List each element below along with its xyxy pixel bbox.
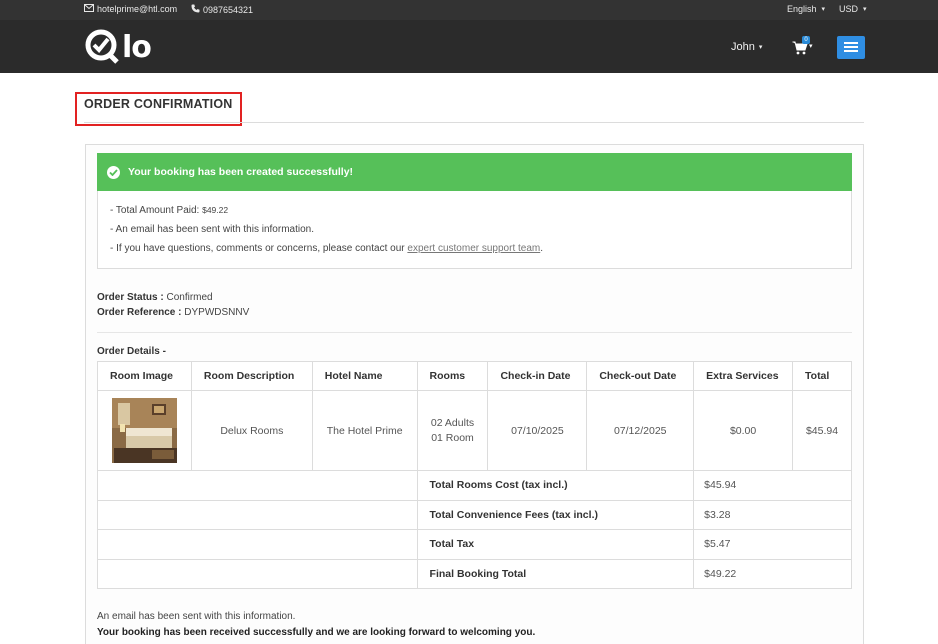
- menu-line: [844, 50, 858, 52]
- footer-email-note: An email has been sent with this informa…: [97, 611, 296, 622]
- check-circle-icon: [107, 165, 120, 179]
- support-text: - If you have questions, comments or con…: [110, 243, 405, 254]
- support-suffix: .: [540, 243, 544, 254]
- support-team-link[interactable]: expert customer support team: [407, 243, 540, 254]
- summary-value: $5.47: [693, 529, 852, 560]
- summary-spacer: [97, 499, 418, 530]
- summary-label: Total Rooms Cost (tax incl.): [416, 470, 695, 501]
- page-title: ORDER CONFIRMATION: [84, 97, 233, 111]
- summary-value: $49.22: [693, 558, 852, 589]
- rooms-count: 01 Room: [431, 431, 474, 444]
- summary-spacer: [97, 558, 418, 589]
- email-sent-line: - An email has been sent with this infor…: [110, 224, 314, 235]
- column-header: Hotel Name: [311, 361, 418, 391]
- table-row: Delux Rooms The Hotel Prime 02 Adults 01…: [97, 390, 852, 471]
- hotel-name: The Hotel Prime: [311, 390, 418, 471]
- envelope-icon: [84, 4, 94, 14]
- caret-down-icon: ▾: [758, 44, 763, 51]
- language-label: English: [787, 4, 817, 14]
- summary-row: Total Rooms Cost (tax incl.) $45.94: [97, 470, 852, 501]
- summary-value: $45.94: [693, 470, 852, 501]
- order-status: Order Status : Confirmed: [97, 290, 249, 305]
- checkout-date: 07/12/2025: [586, 390, 695, 471]
- order-details-label: Order Details -: [97, 346, 166, 357]
- room-image-cell: [97, 390, 192, 471]
- language-dropdown[interactable]: English ▾: [787, 4, 825, 14]
- user-menu[interactable]: John ▾: [731, 41, 762, 53]
- order-reference-label: Order Reference :: [97, 307, 182, 318]
- heading-divider: [84, 122, 864, 123]
- menu-line: [844, 46, 858, 48]
- room-description: Delux Rooms: [190, 390, 313, 471]
- summary-value: $3.28: [693, 499, 852, 530]
- order-status-label: Order Status :: [97, 292, 164, 303]
- section-divider: [97, 332, 852, 333]
- column-header: Check-in Date: [487, 361, 588, 391]
- hamburger-menu-button[interactable]: [837, 36, 865, 59]
- caret-down-icon: ▾: [863, 6, 867, 13]
- column-header: Check-out Date: [586, 361, 695, 391]
- order-reference: Order Reference : DYPWDSNNV: [97, 305, 249, 320]
- logo-text: lo: [122, 29, 152, 65]
- cart-button[interactable]: 0 ▾: [792, 36, 818, 56]
- success-alert: Your booking has been created successful…: [97, 153, 852, 191]
- room-photo[interactable]: [111, 398, 177, 463]
- total-paid-line: - Total Amount Paid: $49.22: [110, 205, 228, 216]
- top-bar: hotelprime@htl.com 0987654321 English ▾ …: [0, 0, 938, 20]
- summary-row: Total Convenience Fees (tax incl.) $3.28: [97, 499, 852, 530]
- contact-phone-text: 0987654321: [203, 4, 254, 15]
- row-total: $45.94: [792, 390, 852, 471]
- order-status-block: Order Status : Confirmed Order Reference…: [97, 290, 249, 320]
- logo-mark-icon: [84, 28, 120, 67]
- summary-spacer: [97, 470, 418, 501]
- table-header-row: Room Image Room Description Hotel Name R…: [97, 361, 852, 391]
- checkin-date: 07/10/2025: [487, 390, 588, 471]
- alert-details: - Total Amount Paid: $49.22 - An email h…: [97, 191, 852, 269]
- total-paid-value: $49.22: [202, 205, 229, 215]
- order-details-table: Room Image Room Description Hotel Name R…: [97, 361, 852, 589]
- rooms-occupancy: 02 Adults 01 Room: [416, 390, 489, 471]
- total-paid-label: - Total Amount Paid:: [110, 205, 200, 216]
- order-reference-value: DYPWDSNNV: [184, 307, 250, 318]
- summary-label: Final Booking Total: [416, 558, 695, 589]
- menu-line: [844, 42, 858, 44]
- summary-label: Total Tax: [416, 529, 695, 560]
- site-logo[interactable]: lo: [84, 28, 152, 67]
- currency-label: USD: [839, 4, 859, 14]
- column-header: Total: [792, 361, 852, 391]
- summary-row: Final Booking Total $49.22: [97, 558, 852, 589]
- user-name: John: [731, 41, 755, 53]
- column-header: Rooms: [416, 361, 489, 391]
- summary-spacer: [97, 529, 418, 560]
- column-header: Extra Services: [693, 361, 794, 391]
- summary-row: Total Tax $5.47: [97, 529, 852, 560]
- contact-phone[interactable]: 0987654321: [191, 4, 253, 15]
- caret-down-icon: ▾: [809, 43, 813, 50]
- adults-count: 02 Adults: [430, 416, 475, 429]
- confirmation-footer: An email has been sent with this informa…: [97, 609, 535, 641]
- success-message: Your booking has been created successful…: [128, 166, 354, 178]
- order-status-value: Confirmed: [166, 292, 213, 303]
- support-line: - If you have questions, comments or con…: [110, 243, 543, 254]
- contact-email[interactable]: hotelprime@htl.com: [84, 4, 177, 14]
- extra-services: $0.00: [693, 390, 794, 471]
- summary-label: Total Convenience Fees (tax incl.): [416, 499, 695, 530]
- contact-email-text: hotelprime@htl.com: [97, 4, 178, 14]
- column-header: Room Image: [97, 361, 192, 391]
- main-navbar: lo John ▾ 0 ▾: [0, 20, 938, 73]
- caret-down-icon: ▾: [821, 6, 826, 13]
- footer-welcome-text: Your booking has been received successfu…: [97, 627, 536, 638]
- column-header: Room Description: [190, 361, 313, 391]
- currency-dropdown[interactable]: USD ▾: [839, 4, 867, 14]
- phone-icon: [191, 4, 200, 15]
